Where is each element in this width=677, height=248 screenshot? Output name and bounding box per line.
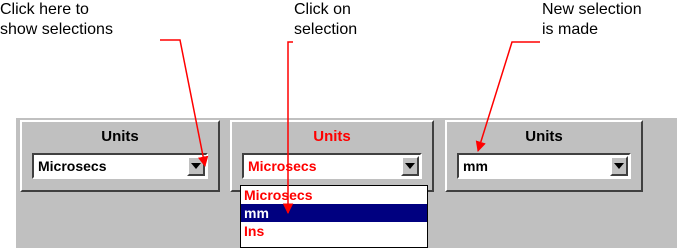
callout-line: selection — [294, 21, 358, 38]
units-title: Units — [525, 128, 563, 145]
units-combo-box[interactable]: mm — [457, 153, 631, 179]
units-title: Units — [101, 128, 139, 145]
dropdown-button[interactable] — [610, 156, 628, 176]
dropdown-button[interactable] — [401, 156, 419, 176]
callout-new-selection: New selection is made — [542, 0, 642, 40]
units-panel-open: Units Microsecs — [230, 120, 434, 192]
chevron-down-icon — [191, 163, 201, 169]
units-panel-updated: Units mm — [445, 120, 643, 192]
units-combo-box[interactable]: Microsecs — [32, 153, 208, 179]
units-panel-closed: Units Microsecs — [20, 120, 220, 192]
chevron-down-icon — [614, 163, 624, 169]
dropdown-option-microsecs[interactable]: Microsecs — [241, 186, 427, 204]
chevron-down-icon — [405, 163, 415, 169]
callout-show-selections: Click here to show selections — [0, 0, 113, 40]
callout-line: show selections — [0, 21, 113, 38]
callout-line: Click on — [294, 1, 351, 18]
dropdown-option-mm[interactable]: mm — [241, 204, 427, 222]
units-title: Units — [313, 128, 351, 145]
combo-value: Microsecs — [38, 158, 107, 174]
combo-value: Microsecs — [248, 158, 317, 174]
units-dropdown-list: Microsecs mm Ins — [240, 185, 428, 248]
callout-click-selection: Click on selection — [294, 0, 357, 40]
dropdown-option-ins[interactable]: Ins — [241, 222, 427, 240]
callout-line: New selection — [542, 1, 642, 18]
dropdown-button[interactable] — [187, 156, 205, 176]
units-combo-box[interactable]: Microsecs — [242, 153, 422, 179]
callout-line: Click here to — [0, 1, 89, 18]
callout-line: is made — [542, 21, 599, 38]
combo-value: mm — [463, 158, 488, 174]
